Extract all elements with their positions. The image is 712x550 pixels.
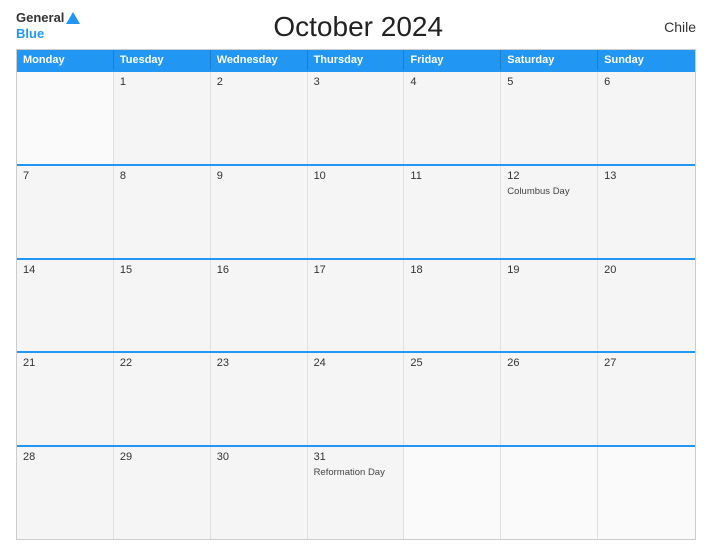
cell-w1-tue: 1 bbox=[114, 72, 211, 164]
header-saturday: Saturday bbox=[501, 50, 598, 70]
header-thursday: Thursday bbox=[308, 50, 405, 70]
cell-w4-wed: 23 bbox=[211, 353, 308, 445]
cell-w2-fri: 11 bbox=[404, 166, 501, 258]
cell-w2-sat: 12 Columbus Day bbox=[501, 166, 598, 258]
calendar: Monday Tuesday Wednesday Thursday Friday… bbox=[16, 49, 696, 540]
cell-w3-fri: 18 bbox=[404, 260, 501, 352]
cell-w5-mon: 28 bbox=[17, 447, 114, 539]
calendar-header: Monday Tuesday Wednesday Thursday Friday… bbox=[17, 50, 695, 70]
cell-w1-sun: 6 bbox=[598, 72, 695, 164]
cell-w4-tue: 22 bbox=[114, 353, 211, 445]
cell-w5-sat bbox=[501, 447, 598, 539]
cell-w5-tue: 29 bbox=[114, 447, 211, 539]
cell-w4-mon: 21 bbox=[17, 353, 114, 445]
cell-w2-tue: 8 bbox=[114, 166, 211, 258]
week-4: 21 22 23 24 25 26 27 bbox=[17, 351, 695, 445]
week-1: 1 2 3 4 5 6 bbox=[17, 70, 695, 164]
cell-w3-thu: 17 bbox=[308, 260, 405, 352]
calendar-title: October 2024 bbox=[80, 11, 636, 43]
cell-w4-sat: 26 bbox=[501, 353, 598, 445]
logo-triangle-icon bbox=[66, 12, 80, 24]
cell-w1-fri: 4 bbox=[404, 72, 501, 164]
header-tuesday: Tuesday bbox=[114, 50, 211, 70]
week-5: 28 29 30 31 Reformation Day bbox=[17, 445, 695, 539]
cell-w5-fri bbox=[404, 447, 501, 539]
cell-w4-sun: 27 bbox=[598, 353, 695, 445]
cell-w3-mon: 14 bbox=[17, 260, 114, 352]
cell-w5-thu: 31 Reformation Day bbox=[308, 447, 405, 539]
cell-w3-wed: 16 bbox=[211, 260, 308, 352]
cell-w3-sun: 20 bbox=[598, 260, 695, 352]
cell-w2-mon: 7 bbox=[17, 166, 114, 258]
header-friday: Friday bbox=[404, 50, 501, 70]
logo: General Blue bbox=[16, 10, 80, 43]
header-monday: Monday bbox=[17, 50, 114, 70]
header-wednesday: Wednesday bbox=[211, 50, 308, 70]
cell-w3-sat: 19 bbox=[501, 260, 598, 352]
cell-w5-sun bbox=[598, 447, 695, 539]
cell-w1-wed: 2 bbox=[211, 72, 308, 164]
cell-w2-thu: 10 bbox=[308, 166, 405, 258]
cell-w1-thu: 3 bbox=[308, 72, 405, 164]
cell-w3-tue: 15 bbox=[114, 260, 211, 352]
cell-w4-fri: 25 bbox=[404, 353, 501, 445]
cell-w2-sun: 13 bbox=[598, 166, 695, 258]
cell-w4-thu: 24 bbox=[308, 353, 405, 445]
logo-general: General bbox=[16, 10, 64, 25]
week-3: 14 15 16 17 18 19 20 bbox=[17, 258, 695, 352]
header: General Blue October 2024 Chile bbox=[16, 10, 696, 43]
page: General Blue October 2024 Chile Monday T… bbox=[0, 0, 712, 550]
cell-w1-sat: 5 bbox=[501, 72, 598, 164]
cell-w2-wed: 9 bbox=[211, 166, 308, 258]
cell-w5-wed: 30 bbox=[211, 447, 308, 539]
week-2: 7 8 9 10 11 12 Columbus Day bbox=[17, 164, 695, 258]
country-label: Chile bbox=[636, 19, 696, 35]
header-sunday: Sunday bbox=[598, 50, 695, 70]
calendar-body: 1 2 3 4 5 6 bbox=[17, 70, 695, 539]
logo-blue: Blue bbox=[16, 26, 44, 41]
cell-w1-mon bbox=[17, 72, 114, 164]
